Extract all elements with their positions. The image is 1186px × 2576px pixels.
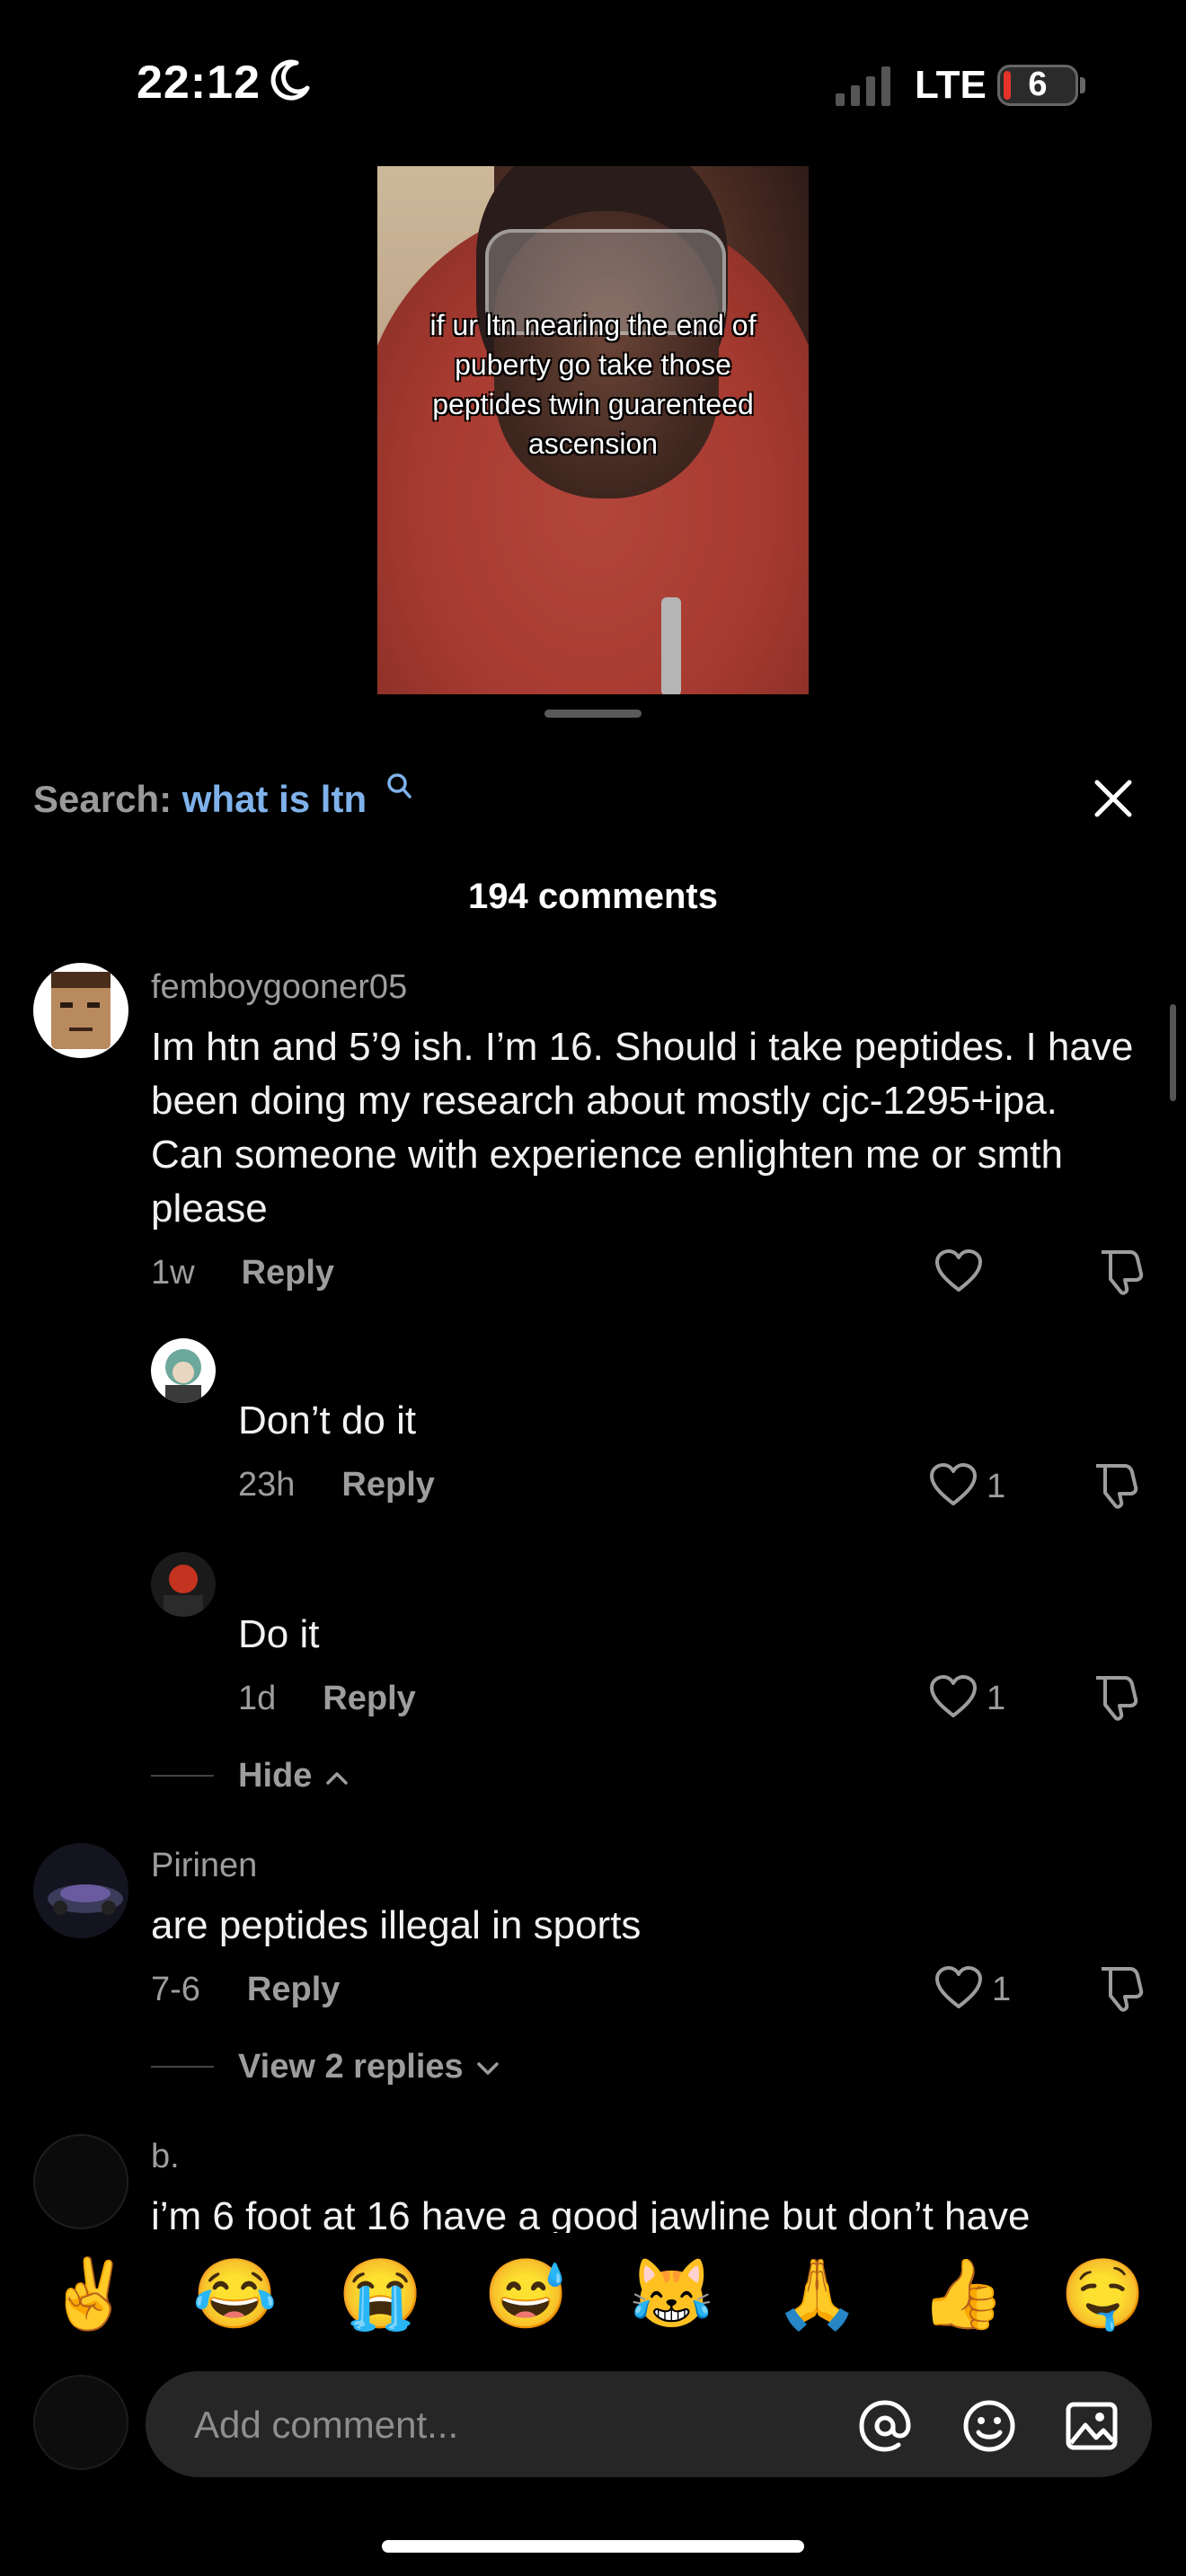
heart-icon[interactable]: [929, 1674, 978, 1719]
reply-text: Don’t do it: [238, 1398, 417, 1442]
avatar[interactable]: [151, 1338, 216, 1403]
hide-replies-label: Hide: [238, 1757, 313, 1795]
emoji-drooling[interactable]: 🤤: [1060, 2254, 1146, 2335]
reply-text: Do it: [238, 1612, 320, 1656]
emoji-sob[interactable]: 😭: [338, 2254, 423, 2335]
heart-icon[interactable]: [929, 1462, 978, 1507]
thread-line: [151, 1775, 214, 1777]
reply-meta: 23h Reply: [238, 1466, 435, 1504]
comment-text: Im htn and 5’9 ish. I’m 16. Should i tak…: [151, 1025, 1134, 1231]
hide-replies-button[interactable]: Hide: [238, 1757, 349, 1795]
emoji-bar: [0, 2233, 1186, 2350]
reply-age: 23h: [238, 1466, 296, 1504]
video-thumbnail[interactable]: if ur ltn nearing the end of puberty go …: [377, 166, 809, 694]
moon-icon: [270, 59, 310, 101]
scrollbar[interactable]: [1170, 1004, 1176, 1101]
emoji-sweat-smile[interactable]: 😅: [483, 2254, 569, 2335]
reply-button[interactable]: Reply: [247, 1971, 340, 2008]
emoji-joy[interactable]: 😂: [192, 2254, 278, 2335]
avatar[interactable]: [33, 2134, 128, 2229]
comment-username[interactable]: b.: [151, 2138, 180, 2176]
dislike-icon[interactable]: [1096, 1963, 1145, 2012]
battery-level: 6: [1028, 66, 1048, 103]
at-icon[interactable]: [857, 2398, 913, 2454]
like-count: 1: [992, 1971, 1012, 2008]
dislike-icon[interactable]: [1091, 1672, 1139, 1721]
reply-button[interactable]: Reply: [323, 1680, 415, 1717]
like-count: 1: [987, 1680, 1006, 1717]
network-type: LTE: [915, 63, 987, 107]
comment-username[interactable]: Pirinen: [151, 1847, 257, 1885]
user-avatar[interactable]: [33, 2375, 128, 2470]
view-replies-label: View 2 replies: [238, 2048, 464, 2086]
dislike-icon[interactable]: [1096, 1247, 1145, 1295]
image-icon[interactable]: [1064, 2398, 1120, 2454]
comment-input[interactable]: [192, 2371, 807, 2479]
avatar[interactable]: [33, 963, 128, 1058]
comment-age: 7-6: [151, 1971, 200, 2008]
heart-icon[interactable]: [934, 1965, 983, 2010]
chevron-down-icon: [477, 2062, 499, 2075]
search-label: Search:: [33, 778, 173, 820]
emoji-icon[interactable]: [961, 2398, 1017, 2454]
battery-cap: [1080, 77, 1085, 93]
like-count: 1: [987, 1468, 1006, 1505]
search-icon[interactable]: [386, 772, 412, 799]
close-icon[interactable]: [1093, 778, 1134, 819]
emoji-thumbs-up[interactable]: 👍: [920, 2254, 1005, 2335]
emoji-pray[interactable]: 🙏: [774, 2254, 860, 2335]
signal-icon: [836, 66, 890, 106]
reply-button[interactable]: Reply: [242, 1254, 334, 1292]
thread-line: [151, 2066, 214, 2068]
avatar[interactable]: [151, 1552, 216, 1617]
emoji-victory[interactable]: ✌️: [47, 2254, 132, 2335]
battery-icon: 6: [997, 65, 1078, 106]
reply-button[interactable]: Reply: [341, 1466, 434, 1504]
comment-composer[interactable]: [146, 2371, 1152, 2479]
drag-handle[interactable]: [544, 710, 642, 718]
comment-meta: 7-6 Reply: [151, 1971, 340, 2009]
comment-username[interactable]: femboygooner05: [151, 968, 407, 1007]
heart-icon[interactable]: [934, 1248, 983, 1293]
comments-count: 194 comments: [468, 877, 718, 916]
chevron-up-icon: [326, 1772, 348, 1785]
view-replies-button[interactable]: View 2 replies: [238, 2048, 500, 2086]
search-suggestion[interactable]: Search: what is ltn: [33, 778, 367, 821]
comment-age: 1w: [151, 1254, 195, 1292]
comment-meta: 1w Reply: [151, 1254, 334, 1292]
video-caption: if ur ltn nearing the end of puberty go …: [429, 309, 757, 460]
reply-age: 1d: [238, 1680, 277, 1717]
reply-meta: 1d Reply: [238, 1680, 416, 1718]
search-term[interactable]: what is ltn: [182, 778, 367, 820]
home-indicator[interactable]: [382, 2540, 804, 2553]
status-time: 22:12: [137, 57, 261, 109]
dislike-icon[interactable]: [1091, 1460, 1139, 1509]
avatar[interactable]: [33, 1843, 128, 1938]
emoji-joy-cat[interactable]: 😹: [629, 2254, 714, 2335]
comment-text: are peptides illegal in sports: [151, 1903, 642, 1947]
